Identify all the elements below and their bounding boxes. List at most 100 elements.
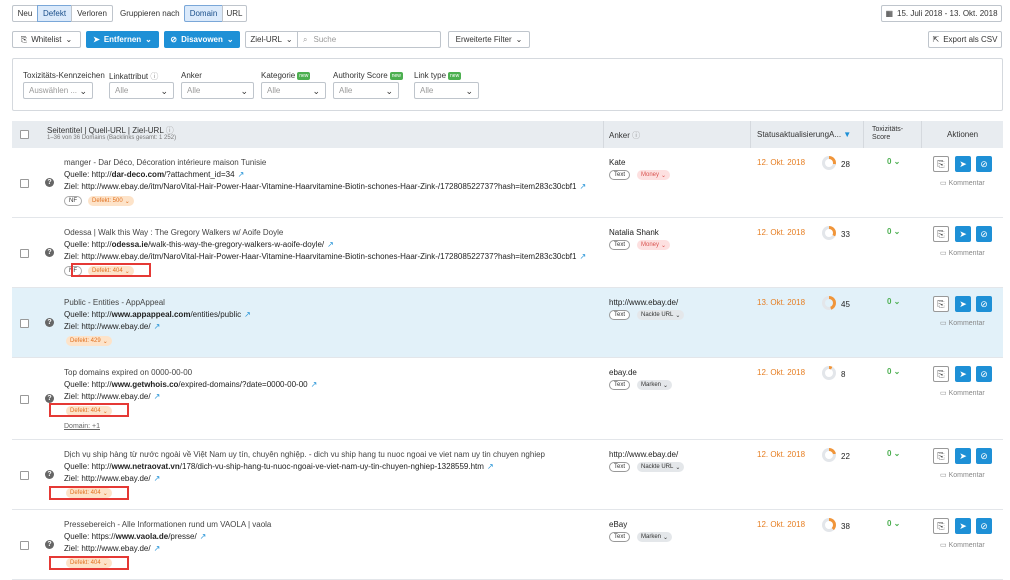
ziel-url-select[interactable]: Ziel-URL ⌄	[245, 31, 298, 48]
filter-toxicity-select[interactable]: Auswählen ... ⌄	[23, 82, 93, 99]
comment-link[interactable]: ▭ Kommentar	[940, 179, 985, 187]
defekt-status-tag[interactable]: Defekt: 404 ⌄	[66, 558, 112, 568]
filter-linktype-select[interactable]: Alle ⌄	[414, 82, 479, 99]
external-link-icon[interactable]: ↗	[154, 392, 161, 401]
filter-kategorie-select[interactable]: Alle ⌄	[261, 82, 326, 99]
toxicity-score[interactable]: 0 ⌄	[887, 449, 900, 458]
external-link-icon[interactable]: ↗	[487, 462, 494, 471]
date-range-button[interactable]: ▦ 15. Juli 2018 - 13. Okt. 2018	[881, 5, 1002, 22]
disavow-button[interactable]: ⊘	[976, 518, 992, 534]
header-col-anker[interactable]: Anker ⓘ	[609, 130, 640, 141]
entfernen-button[interactable]: ➤ Entfernen ⌄	[86, 31, 159, 48]
seg-defekt[interactable]: Defekt	[37, 5, 72, 22]
help-icon[interactable]: ?	[45, 248, 54, 257]
external-link-icon[interactable]: ↗	[579, 182, 586, 191]
seg-neu[interactable]: Neu	[12, 5, 38, 22]
defekt-status-tag[interactable]: Defekt: 404 ⌄	[66, 406, 112, 416]
disavow-button[interactable]: ⊘	[976, 366, 992, 382]
header-col-status[interactable]: StatusaktualisierungA... ▼	[757, 130, 851, 139]
copy-button[interactable]: ⎘	[933, 518, 949, 534]
source-url[interactable]: Quelle: http://www.getwhois.co/expired-d…	[64, 380, 317, 389]
anchor-category-chip[interactable]: Nackte URL ⌄	[637, 462, 685, 472]
help-icon[interactable]: ?	[45, 540, 54, 549]
target-url[interactable]: Ziel: http://www.ebay.de/itm/NaroVital-H…	[64, 182, 586, 191]
remove-button[interactable]: ➤	[955, 156, 971, 172]
whitelist-button[interactable]: ⎘ Whitelist ⌄	[12, 31, 81, 48]
external-link-icon[interactable]: ↗	[154, 474, 161, 483]
target-url[interactable]: Ziel: http://www.ebay.de/↗	[64, 474, 160, 483]
help-icon[interactable]: ?	[45, 318, 54, 327]
external-link-icon[interactable]: ↗	[327, 240, 334, 249]
filter-linkattribut-select[interactable]: Alle ⌄	[109, 82, 174, 99]
help-icon[interactable]: ?	[45, 470, 54, 479]
anchor-category-chip[interactable]: Marken ⌄	[637, 532, 673, 542]
row-checkbox[interactable]	[20, 249, 29, 258]
copy-button[interactable]: ⎘	[933, 296, 949, 312]
anchor-category-chip[interactable]: Nackte URL ⌄	[637, 310, 685, 320]
disavow-button[interactable]: ⊘	[976, 296, 992, 312]
seg-verloren[interactable]: Verloren	[71, 5, 113, 22]
toxicity-score[interactable]: 0 ⌄	[887, 519, 900, 528]
source-url[interactable]: Quelle: http://dar-deco.com/?attachment_…	[64, 170, 244, 179]
external-link-icon[interactable]: ↗	[311, 380, 318, 389]
source-url[interactable]: Quelle: http://odessa.ie/walk-this-way-t…	[64, 240, 334, 249]
copy-button[interactable]: ⎘	[933, 226, 949, 242]
remove-button[interactable]: ➤	[955, 366, 971, 382]
defekt-status-tag[interactable]: Defekt: 500 ⌄	[88, 196, 134, 206]
comment-link[interactable]: ▭ Kommentar	[940, 471, 985, 479]
target-url[interactable]: Ziel: http://www.ebay.de/↗	[64, 322, 160, 331]
filter-authority-select[interactable]: Alle ⌄	[333, 82, 399, 99]
target-url[interactable]: Ziel: http://www.ebay.de/↗	[64, 544, 160, 553]
disavow-button[interactable]: ⊘	[976, 156, 992, 172]
anchor-category-chip[interactable]: Money ⌄	[637, 240, 671, 250]
defekt-status-tag[interactable]: Defekt: 404 ⌄	[66, 488, 112, 498]
toxicity-score[interactable]: 0 ⌄	[887, 367, 900, 376]
target-url[interactable]: Ziel: http://www.ebay.de/itm/NaroVital-H…	[64, 252, 586, 261]
export-csv-button[interactable]: ⇱ Export als CSV	[928, 31, 1002, 48]
select-all-checkbox[interactable]	[20, 130, 29, 139]
row-checkbox[interactable]	[20, 471, 29, 480]
defekt-status-tag[interactable]: Defekt: 404 ⌄	[88, 266, 134, 276]
header-col-tox[interactable]: Toxizitäts-Score	[872, 126, 917, 142]
anchor-category-chip[interactable]: Money ⌄	[637, 170, 671, 180]
disavow-button[interactable]: ⊘	[976, 226, 992, 242]
toxicity-score[interactable]: 0 ⌄	[887, 227, 900, 236]
comment-link[interactable]: ▭ Kommentar	[940, 249, 985, 257]
disavow-button[interactable]: ⊘	[976, 448, 992, 464]
copy-button[interactable]: ⎘	[933, 156, 949, 172]
remove-button[interactable]: ➤	[955, 448, 971, 464]
copy-button[interactable]: ⎘	[933, 448, 949, 464]
search-input[interactable]: ⌕ Suche	[297, 31, 441, 48]
external-link-icon[interactable]: ↗	[154, 322, 161, 331]
toxicity-score[interactable]: 0 ⌄	[887, 297, 900, 306]
filter-anker-select[interactable]: Alle ⌄	[181, 82, 254, 99]
anchor-category-chip[interactable]: Marken ⌄	[637, 380, 673, 390]
external-link-icon[interactable]: ↗	[579, 252, 586, 261]
source-url[interactable]: Quelle: https://www.vaola.de/presse/↗	[64, 532, 206, 541]
advanced-filters-button[interactable]: Erweiterte Filter ⌄	[448, 31, 530, 48]
comment-link[interactable]: ▭ Kommentar	[940, 389, 985, 397]
group-url[interactable]: URL	[222, 5, 247, 22]
source-url[interactable]: Quelle: http://www.appappeal.com/entitie…	[64, 310, 251, 319]
target-url[interactable]: Ziel: http://www.ebay.de/↗	[64, 392, 160, 401]
copy-button[interactable]: ⎘	[933, 366, 949, 382]
external-link-icon[interactable]: ↗	[244, 310, 251, 319]
external-link-icon[interactable]: ↗	[238, 170, 245, 179]
remove-button[interactable]: ➤	[955, 296, 971, 312]
row-checkbox[interactable]	[20, 179, 29, 188]
row-checkbox[interactable]	[20, 395, 29, 404]
disavowen-button[interactable]: ⊘ Disavowen ⌄	[164, 31, 240, 48]
source-url[interactable]: Quelle: http://www.netraovat.vn/178/dich…	[64, 462, 494, 471]
row-checkbox[interactable]	[20, 319, 29, 328]
remove-button[interactable]: ➤	[955, 518, 971, 534]
help-icon[interactable]: ?	[45, 394, 54, 403]
external-link-icon[interactable]: ↗	[154, 544, 161, 553]
remove-button[interactable]: ➤	[955, 226, 971, 242]
external-link-icon[interactable]: ↗	[200, 532, 207, 541]
toxicity-score[interactable]: 0 ⌄	[887, 157, 900, 166]
defekt-status-tag[interactable]: Defekt: 429 ⌄	[66, 336, 112, 346]
group-domain[interactable]: Domain	[184, 5, 223, 22]
domain-more-link[interactable]: Domain: +1	[64, 423, 100, 430]
comment-link[interactable]: ▭ Kommentar	[940, 319, 985, 327]
help-icon[interactable]: ?	[45, 178, 54, 187]
